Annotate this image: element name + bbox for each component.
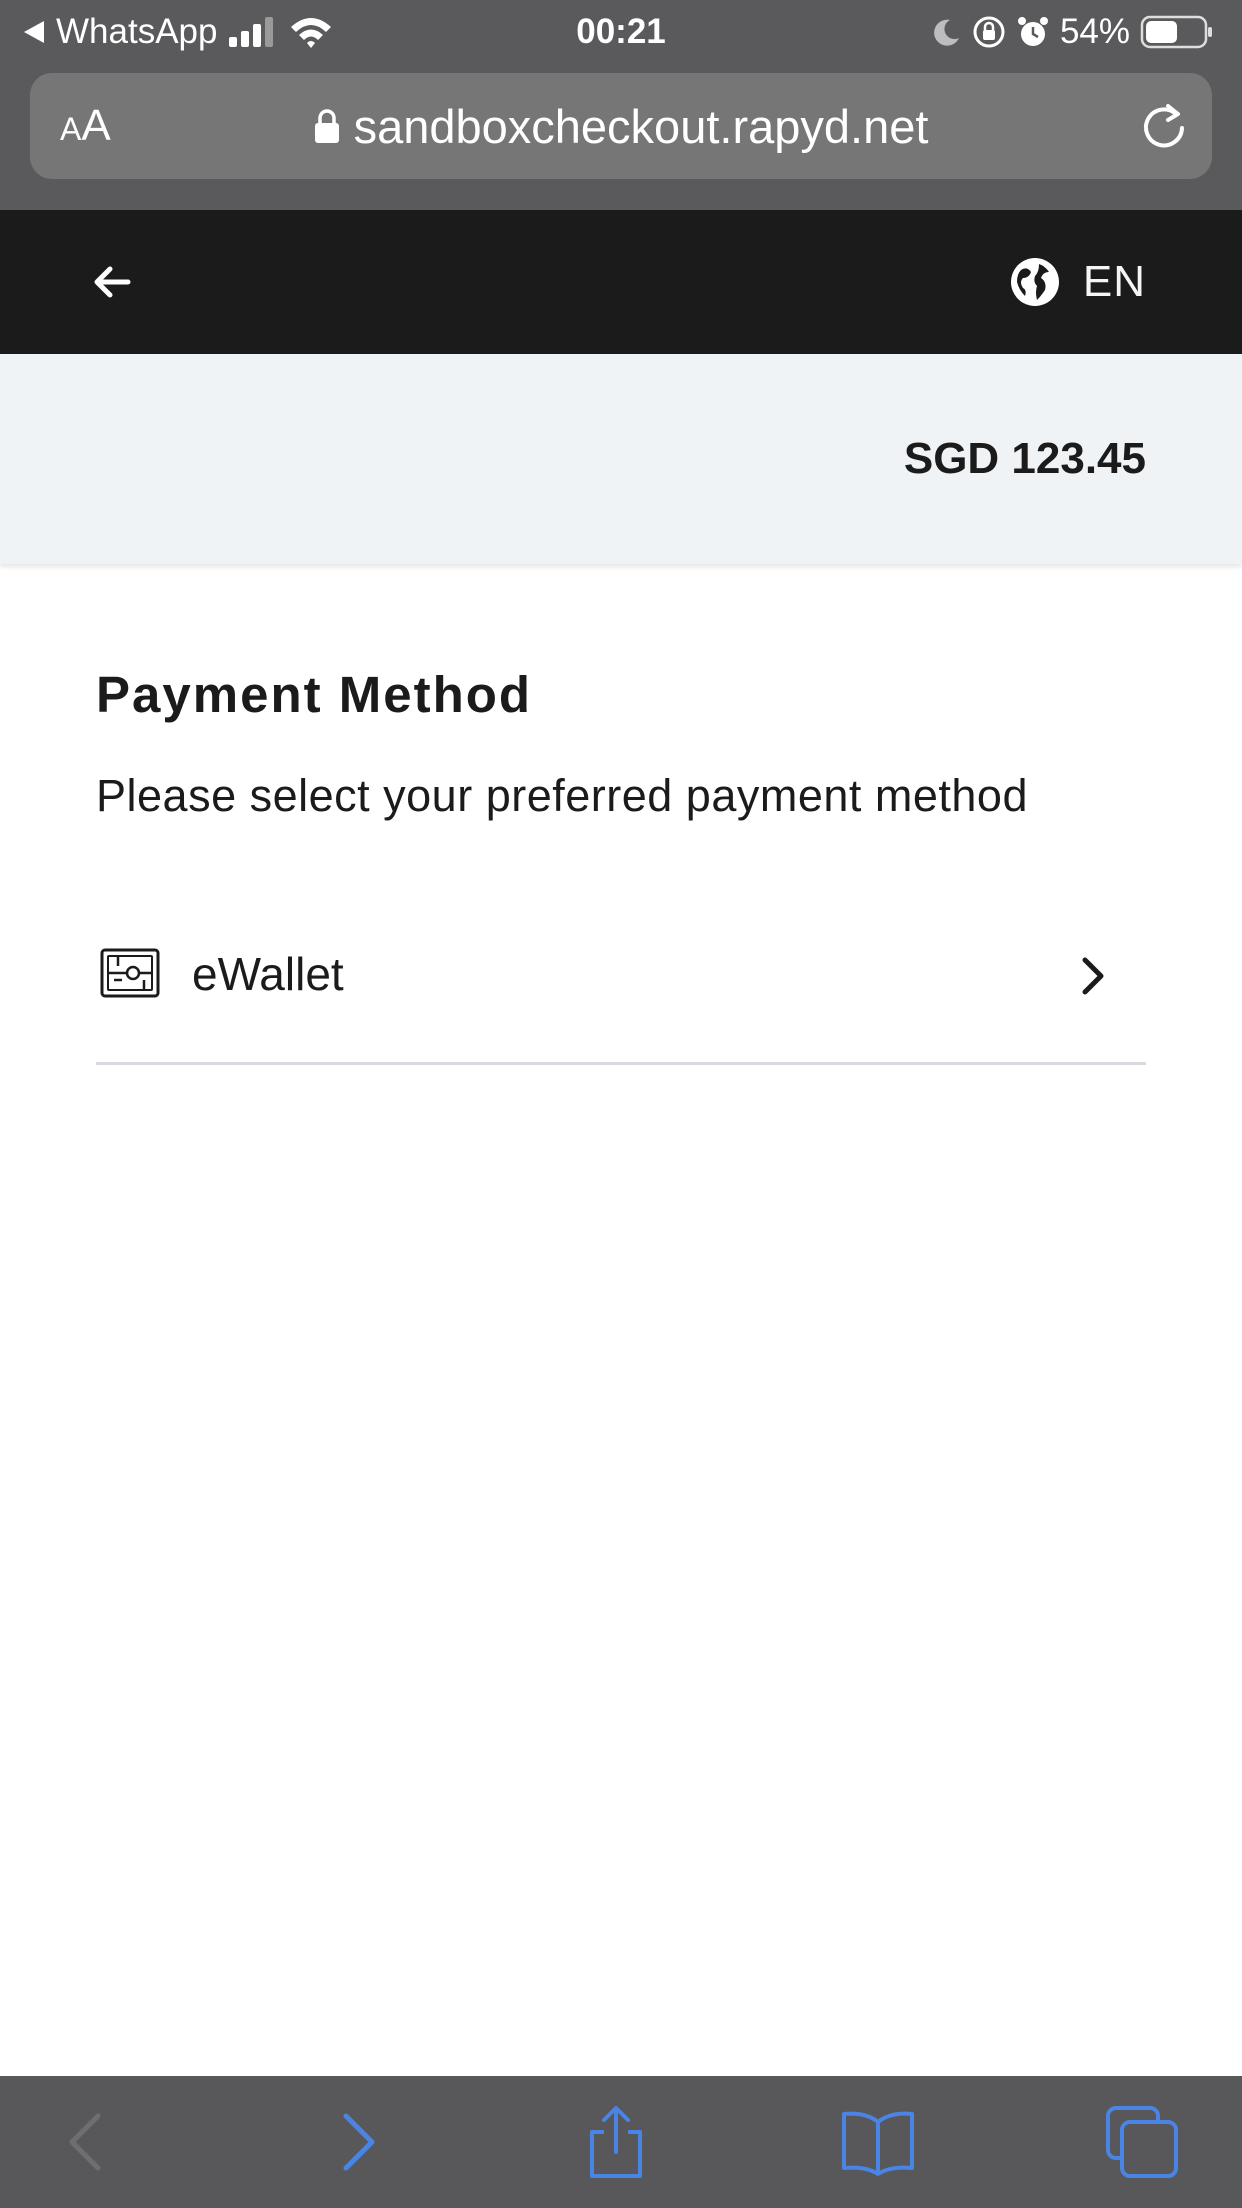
browser-top-chrome: WhatsApp 00:21 54% AA sandboxcheckout.ra… <box>0 0 1242 210</box>
order-amount: SGD 123.45 <box>903 434 1146 483</box>
battery-percentage: 54% <box>1059 12 1130 51</box>
payment-method-label: eWallet <box>192 948 344 1000</box>
page-title: Payment Method <box>96 666 533 723</box>
status-right: 54% <box>932 10 1224 54</box>
checkout-header: EN <box>0 210 1242 354</box>
reload-icon[interactable] <box>1138 100 1190 152</box>
ewallet-icon <box>100 948 160 998</box>
url-display[interactable]: sandboxcheckout.rapyd.net <box>30 73 1212 179</box>
share-icon[interactable] <box>578 2104 654 2180</box>
page-subtitle: Please select your preferred payment met… <box>96 770 1028 821</box>
language-label[interactable]: EN <box>1083 257 1146 307</box>
order-summary-bar: SGD 123.45 <box>0 354 1242 564</box>
rotation-lock-icon <box>973 16 1005 48</box>
status-bar: WhatsApp 00:21 54% <box>0 0 1242 62</box>
globe-icon <box>1010 258 1059 306</box>
tabs-icon[interactable] <box>1104 2104 1180 2180</box>
bookmarks-icon[interactable] <box>840 2104 916 2180</box>
moon-icon <box>934 19 959 46</box>
browser-toolbar <box>0 2076 1242 2208</box>
battery-icon <box>1140 15 1212 49</box>
chevron-right-icon <box>1082 957 1104 995</box>
address-bar[interactable]: AA sandboxcheckout.rapyd.net <box>30 73 1212 179</box>
back-button[interactable] <box>50 2104 126 2180</box>
forward-button[interactable] <box>318 2104 394 2180</box>
url-text[interactable]: sandboxcheckout.rapyd.net <box>354 99 929 154</box>
back-arrow-icon[interactable] <box>90 260 134 304</box>
payment-method-ewallet[interactable]: eWallet <box>96 900 1146 1065</box>
alarm-icon <box>1017 17 1048 46</box>
lock-icon <box>314 109 339 143</box>
language-selector[interactable]: EN <box>1009 210 1146 354</box>
